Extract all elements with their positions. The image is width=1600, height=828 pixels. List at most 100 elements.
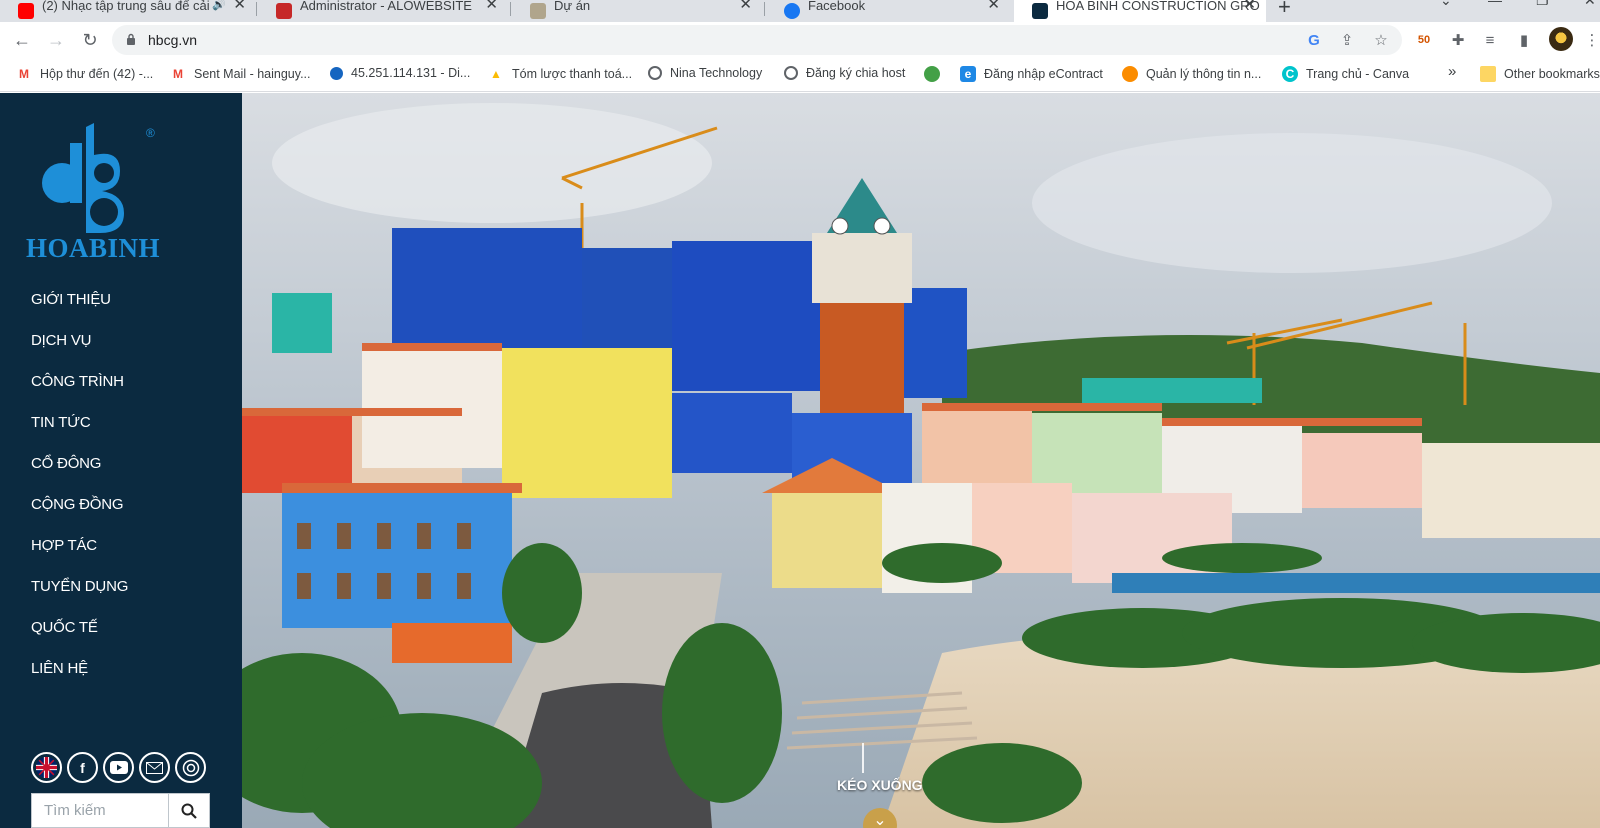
tab-du-an[interactable]: Dự án ✕: [512, 0, 762, 22]
tab-strip: (2) Nhạc tập trung sâu để cải 🔊 ✕ Admini…: [0, 0, 1600, 22]
nav-item-lien-he[interactable]: LIÊN HỆ: [31, 660, 128, 701]
bookmark-item[interactable]: Quản lý thông tin n...: [1122, 66, 1261, 82]
tab-divider: [764, 2, 765, 16]
restore-icon[interactable]: ❐: [1536, 0, 1549, 9]
tab-search-icon[interactable]: ⌄: [1440, 0, 1452, 9]
hero-banner: KÉO XUỐNG ⌄: [242, 93, 1600, 828]
kebab-menu-icon[interactable]: ⋮: [1582, 30, 1600, 50]
tab-title: Dự án: [554, 0, 591, 13]
nav-item-gioi-thieu[interactable]: GIỚI THIỆU: [31, 291, 128, 332]
bookmark-item[interactable]: 45.251.114.131 - Di...: [330, 66, 470, 80]
window-close-icon[interactable]: ✕: [1584, 0, 1596, 9]
browser-toolbar: ← → ↻ hbcg.vn G ⇪ ☆ 50 ✚ ≡ ▮ ⋮: [0, 22, 1600, 58]
bookmark-label: Trang chủ - Canva: [1306, 67, 1410, 81]
globe-icon: [330, 66, 343, 80]
search-button[interactable]: [169, 794, 209, 827]
bookmark-label: 45.251.114.131 - Di...: [351, 66, 471, 80]
bookmark-label: Other bookmarks: [1504, 67, 1600, 81]
other-bookmarks[interactable]: Other bookmarks: [1480, 66, 1600, 82]
nav-item-co-dong[interactable]: CỔ ĐÔNG: [31, 455, 128, 496]
leaf-icon: [924, 66, 940, 82]
chevron-down-icon: ⌄: [873, 812, 887, 828]
site-search: [31, 793, 210, 828]
globe-icon: [648, 66, 662, 80]
registered-mark: ®: [146, 126, 155, 140]
close-icon[interactable]: ✕: [987, 0, 1000, 12]
close-icon[interactable]: ✕: [485, 0, 498, 12]
globe-icon[interactable]: [175, 752, 206, 783]
bookmark-item[interactable]: ▲ Tóm lược thanh toá...: [488, 66, 632, 82]
main-nav: GIỚI THIỆU DỊCH VỤ CÔNG TRÌNH TIN TỨC CỔ…: [31, 291, 128, 701]
tab-title: Facebook: [808, 0, 866, 13]
facebook-icon[interactable]: f: [67, 752, 98, 783]
hoabinh-logo[interactable]: ® HOABINH: [20, 115, 170, 265]
canva-icon: C: [1282, 66, 1298, 82]
site-favicon-icon: [276, 3, 292, 19]
bookmark-item[interactable]: e Đăng nhập eContract: [960, 66, 1103, 82]
nav-item-cong-trinh[interactable]: CÔNG TRÌNH: [31, 373, 128, 414]
puzzle-icon[interactable]: ✚: [1448, 30, 1468, 50]
close-icon[interactable]: ✕: [233, 0, 246, 12]
bookmark-label: Đăng nhập eContract: [984, 67, 1103, 81]
search-input[interactable]: [32, 794, 169, 827]
bookmark-item[interactable]: Nina Technology: [648, 66, 762, 80]
youtube-icon[interactable]: [103, 752, 134, 783]
reload-icon[interactable]: ↻: [78, 28, 102, 52]
nav-item-hop-tac[interactable]: HỢP TÁC: [31, 537, 128, 578]
google-icon[interactable]: G: [1305, 31, 1323, 49]
document-icon: [530, 3, 546, 19]
tab-alowebsite[interactable]: Administrator - ALOWEBSITE ✕: [258, 0, 508, 22]
close-icon[interactable]: ✕: [739, 0, 752, 12]
nav-item-dich-vu[interactable]: DỊCH VỤ: [31, 332, 128, 373]
bookmark-item[interactable]: C Trang chủ - Canva: [1282, 66, 1409, 82]
nav-item-tuyen-dung[interactable]: TUYỂN DỤNG: [31, 578, 128, 619]
star-icon[interactable]: ☆: [1372, 31, 1390, 49]
bookmark-item[interactable]: M Hộp thư đến (42) -...: [16, 66, 153, 82]
bookmark-label: Sent Mail - hainguy...: [194, 67, 311, 81]
address-bar[interactable]: hbcg.vn: [112, 25, 1402, 55]
media-control-icon[interactable]: ≡: [1480, 30, 1500, 50]
hoabinh-favicon-icon: [1032, 3, 1048, 19]
more-bookmarks-icon[interactable]: »: [1448, 63, 1456, 80]
extension-badge-icon[interactable]: 50: [1414, 30, 1434, 50]
bookmark-item[interactable]: M Sent Mail - hainguy...: [170, 66, 311, 82]
bookmark-item[interactable]: [924, 66, 948, 82]
speaker-icon[interactable]: 🔊: [212, 0, 226, 11]
bookmarks-bar: M Hộp thư đến (42) -... M Sent Mail - ha…: [0, 58, 1600, 92]
scroll-down-label[interactable]: KÉO XUỐNG: [837, 777, 923, 793]
bookmark-label: Hộp thư đến (42) -...: [40, 67, 154, 81]
uk-flag-icon[interactable]: [31, 752, 62, 783]
smiley-icon: [1122, 66, 1138, 82]
minimize-icon[interactable]: —: [1488, 0, 1502, 8]
url-text[interactable]: hbcg.vn: [148, 32, 197, 48]
nav-item-quoc-te[interactable]: QUỐC TẾ: [31, 619, 128, 660]
tab-facebook[interactable]: Facebook ✕: [766, 0, 1010, 22]
nav-item-tin-tuc[interactable]: TIN TỨC: [31, 414, 128, 455]
mail-icon[interactable]: [139, 752, 170, 783]
forward-icon[interactable]: →: [44, 28, 68, 52]
nav-item-cong-dong[interactable]: CỘNG ĐỒNG: [31, 496, 128, 537]
youtube-icon: [18, 3, 34, 19]
gmail-icon: M: [19, 67, 29, 81]
page-content: ® HOABINH GIỚI THIỆU DỊCH VỤ CÔNG TRÌNH …: [0, 93, 1600, 828]
back-icon[interactable]: ←: [10, 28, 34, 52]
profile-avatar[interactable]: [1549, 27, 1573, 51]
gmail-icon: M: [173, 67, 183, 81]
bookmark-item[interactable]: Đăng ký chia host: [784, 66, 905, 80]
bookmark-label: Quản lý thông tin n...: [1146, 67, 1262, 81]
bookmark-label: Đăng ký chia host: [806, 66, 906, 80]
close-icon[interactable]: ✕: [1243, 0, 1256, 12]
tab-hoabinh[interactable]: HOA BINH CONSTRUCTION GRO ✕: [1014, 0, 1266, 22]
tab-title: HOA BINH CONSTRUCTION GRO: [1056, 0, 1260, 13]
bookmark-label: Nina Technology: [670, 66, 763, 80]
lock-icon[interactable]: [126, 33, 136, 45]
globe-icon: [784, 66, 798, 80]
google-drive-icon: ▲: [490, 67, 502, 81]
tab-youtube[interactable]: (2) Nhạc tập trung sâu để cải 🔊 ✕: [0, 0, 256, 22]
new-tab-icon[interactable]: +: [1278, 0, 1291, 20]
side-panel-icon[interactable]: ▮: [1514, 30, 1534, 50]
tab-title: Administrator - ALOWEBSITE: [300, 0, 472, 13]
tab-divider: [510, 2, 511, 16]
sidebar: ® HOABINH GIỚI THIỆU DỊCH VỤ CÔNG TRÌNH …: [0, 93, 242, 828]
share-icon[interactable]: ⇪: [1338, 31, 1356, 49]
